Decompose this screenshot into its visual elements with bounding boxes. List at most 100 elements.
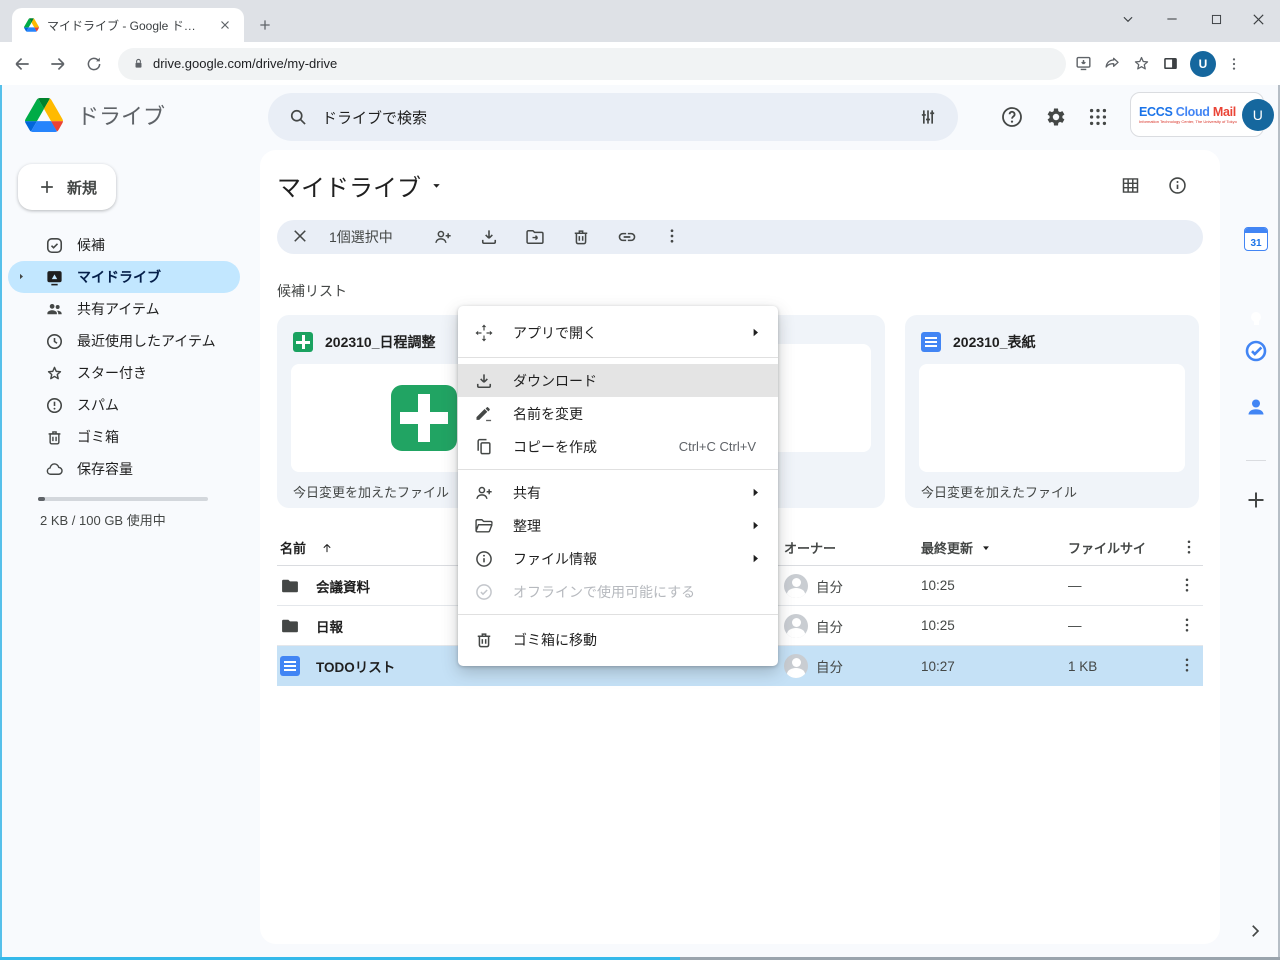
new-button[interactable]: 新規 <box>18 164 116 210</box>
help-icon[interactable] <box>999 104 1025 130</box>
contacts-icon[interactable] <box>1244 395 1268 419</box>
menu-item-rename[interactable]: 名前を変更 <box>458 397 778 430</box>
menu-item-open-with[interactable]: アプリで開く <box>458 314 778 351</box>
sort-ascending-icon[interactable] <box>320 541 334 555</box>
close-button[interactable] <box>1238 4 1278 34</box>
menu-divider <box>458 469 778 470</box>
row-more-icon[interactable] <box>1178 656 1198 676</box>
suggestion-card-doc[interactable]: 202310_表紙 今日変更を加えたファイル <box>905 315 1199 508</box>
menu-item-label: コピーを作成 <box>513 437 660 457</box>
sidebar-item-label: 保存容量 <box>77 459 133 479</box>
clear-selection-icon[interactable] <box>291 227 311 247</box>
shared-people-icon <box>45 300 64 319</box>
more-actions-icon[interactable] <box>663 227 683 247</box>
copy-link-icon[interactable] <box>617 227 637 247</box>
offline-pin-icon <box>474 582 494 602</box>
bookmark-star-icon[interactable] <box>1132 54 1151 73</box>
share-icon[interactable] <box>1103 54 1122 73</box>
column-size[interactable]: ファイルサイ <box>1068 538 1178 557</box>
calendar-icon[interactable]: 31 <box>1244 227 1268 251</box>
browser-avatar[interactable]: U <box>1190 51 1216 77</box>
selection-count: 1個選択中 <box>329 227 393 247</box>
folder-icon <box>280 576 300 596</box>
card-caption: 今日変更を加えたファイル <box>921 482 1183 501</box>
owner-name: 自分 <box>816 656 843 676</box>
details-info-icon[interactable] <box>1167 175 1189 197</box>
sidebar-item-label: スター付き <box>77 363 147 383</box>
tab-search-icon[interactable] <box>1108 4 1148 34</box>
storage-progress-bar <box>38 497 208 501</box>
download-icon[interactable] <box>479 227 499 247</box>
card-title: 202310_日程調整 <box>325 332 436 352</box>
menu-item-shortcut: Ctrl+C Ctrl+V <box>679 439 756 454</box>
sidebar-item-my-drive[interactable]: マイドライブ <box>8 261 240 293</box>
sidebar-item-recent[interactable]: 最近使用したアイテム <box>0 325 240 357</box>
menu-divider <box>458 614 778 615</box>
menu-item-file-info[interactable]: ファイル情報 <box>458 542 778 575</box>
owner-name: 自分 <box>816 616 843 636</box>
storage-usage-text: 2 KB / 100 GB 使用中 <box>40 510 260 529</box>
search-icon[interactable] <box>288 107 308 127</box>
column-modified[interactable]: 最終更新 <box>921 538 973 557</box>
trash-icon[interactable] <box>571 227 591 247</box>
move-to-folder-icon[interactable] <box>525 227 545 247</box>
tab-close-icon[interactable] <box>214 14 236 36</box>
browser-toolbar: drive.google.com/drive/my-drive U <box>0 42 1280 85</box>
menu-item-download[interactable]: ダウンロード <box>458 364 778 397</box>
add-panel-app-icon[interactable] <box>1244 488 1268 512</box>
maximize-button[interactable] <box>1196 4 1236 34</box>
sidebar-item-storage[interactable]: 保存容量 <box>0 453 240 485</box>
share-person-add-icon[interactable] <box>433 227 453 247</box>
open-with-icon <box>474 323 494 343</box>
tasks-icon[interactable] <box>1244 339 1268 363</box>
suggested-icon <box>45 236 64 255</box>
sort-descending-icon[interactable] <box>981 543 991 553</box>
lock-icon <box>132 57 145 70</box>
back-icon[interactable] <box>8 50 36 78</box>
sidebar-item-trash[interactable]: ゴミ箱 <box>0 421 240 453</box>
new-button-label: 新規 <box>67 177 97 198</box>
new-tab-button[interactable] <box>254 14 276 36</box>
cloud-icon <box>45 460 64 479</box>
menu-item-make-copy[interactable]: コピーを作成 Ctrl+C Ctrl+V <box>458 430 778 463</box>
address-bar[interactable]: drive.google.com/drive/my-drive <box>118 48 1066 80</box>
menu-item-organize[interactable]: 整理 <box>458 509 778 542</box>
folder-open-icon <box>474 516 494 536</box>
owner-avatar <box>784 654 808 678</box>
sidebar-item-spam[interactable]: スパム <box>0 389 240 421</box>
browser-menu-icon[interactable] <box>1226 56 1242 72</box>
search-input[interactable]: ドライブで検索 <box>322 107 904 128</box>
reload-icon[interactable] <box>80 50 108 78</box>
forward-icon[interactable] <box>44 50 72 78</box>
account-avatar[interactable]: U <box>1242 99 1274 131</box>
settings-gear-icon[interactable] <box>1042 104 1068 130</box>
sidebar-item-suggested[interactable]: 候補 <box>0 229 240 261</box>
collapse-panel-chevron-icon[interactable] <box>1246 922 1266 942</box>
title-dropdown-icon[interactable] <box>431 180 442 191</box>
card-title: 202310_表紙 <box>953 332 1036 352</box>
row-more-icon[interactable] <box>1178 616 1198 636</box>
minimize-button[interactable] <box>1152 4 1192 34</box>
browser-tab[interactable]: マイドライブ - Google ドライブ <box>12 8 244 42</box>
column-name[interactable]: 名前 <box>280 538 306 557</box>
sidebar-item-starred[interactable]: スター付き <box>0 357 240 389</box>
apps-grid-icon[interactable] <box>1085 104 1111 130</box>
sidebar: 新規 候補 マイドライブ 共有 <box>0 150 260 960</box>
menu-item-share[interactable]: 共有 <box>458 476 778 509</box>
install-icon[interactable] <box>1074 54 1093 73</box>
grid-view-toggle-icon[interactable] <box>1120 175 1142 197</box>
account-badge[interactable]: ECCS Cloud Mail Information Technology C… <box>1130 92 1264 137</box>
column-owner[interactable]: オーナー <box>784 538 921 557</box>
sidebar-item-shared[interactable]: 共有アイテム <box>0 293 240 325</box>
modified-time: 10:25 <box>921 618 1068 633</box>
row-more-icon[interactable] <box>1178 576 1198 596</box>
search-bar[interactable]: ドライブで検索 <box>268 93 958 141</box>
menu-item-move-to-trash[interactable]: ゴミ箱に移動 <box>458 621 778 658</box>
menu-item-label: 整理 <box>513 516 729 536</box>
submenu-arrow-icon <box>748 518 764 534</box>
expand-arrow-icon[interactable] <box>17 272 26 281</box>
column-options-icon[interactable] <box>1180 538 1200 558</box>
search-options-icon[interactable] <box>918 107 938 127</box>
drive-logo[interactable]: ドライブ <box>25 98 165 132</box>
side-panel-icon[interactable] <box>1161 54 1180 73</box>
